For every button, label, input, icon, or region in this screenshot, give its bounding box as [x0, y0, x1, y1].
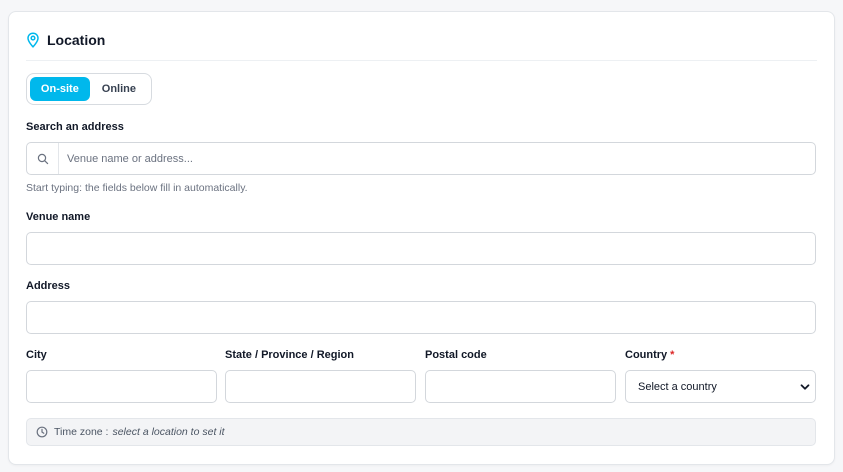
- address-label: Address: [26, 280, 71, 292]
- required-marker: *: [670, 349, 675, 361]
- search-label: Search an address: [26, 121, 124, 133]
- map-pin-icon: [26, 32, 40, 48]
- location-card: Location On-site Online Search an addres…: [8, 11, 835, 465]
- state-label: State / Province / Region: [225, 349, 354, 361]
- city-label: City: [26, 349, 47, 361]
- section-title: Location: [47, 32, 106, 48]
- country-label-text: Country: [625, 349, 668, 361]
- search-field: [26, 142, 816, 175]
- country-select[interactable]: Select a country: [625, 370, 816, 403]
- timezone-info: Time zone : select a location to set it: [26, 418, 816, 446]
- address-input[interactable]: [26, 301, 816, 334]
- header-divider: [26, 60, 817, 61]
- clock-icon: [36, 426, 48, 438]
- country-select-value: Select a country: [638, 380, 717, 393]
- section-header: Location: [26, 32, 105, 48]
- venue-name-input[interactable]: [26, 232, 816, 265]
- country-label: Country *: [625, 349, 674, 361]
- city-input[interactable]: [26, 370, 217, 403]
- search-hint: Start typing: the fields below fill in a…: [26, 182, 248, 194]
- toggle-online[interactable]: Online: [90, 77, 148, 101]
- timezone-label: Time zone :: [54, 426, 109, 438]
- toggle-on-site[interactable]: On-site: [30, 77, 90, 101]
- chevron-down-icon: [799, 381, 811, 393]
- search-input[interactable]: [59, 143, 815, 174]
- timezone-value: select a location to set it: [112, 426, 225, 438]
- postal-code-label: Postal code: [425, 349, 487, 361]
- search-icon: [27, 143, 59, 174]
- state-input[interactable]: [225, 370, 416, 403]
- location-mode-toggle: On-site Online: [26, 73, 152, 105]
- postal-code-input[interactable]: [425, 370, 616, 403]
- venue-name-label: Venue name: [26, 211, 91, 223]
